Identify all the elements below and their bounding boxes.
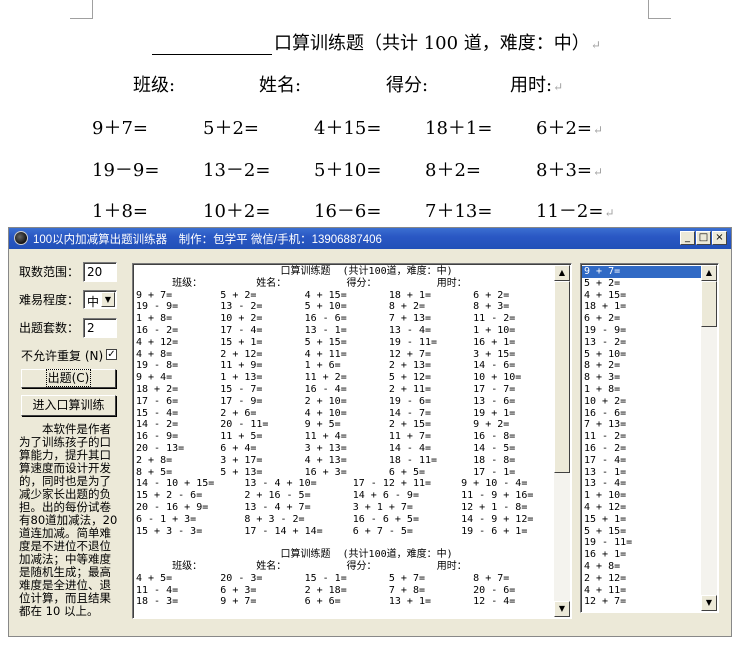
start-training-button[interactable]: 进入口算训练 [21,395,116,416]
answer-list-item[interactable]: 4 + 11= [582,585,702,597]
problems-text[interactable]: 口算训练题 (共计100道，难度：中) 班级： 姓名： 得分： 用时： 9 + … [136,266,533,608]
doc-problem: 11－2= [536,201,604,222]
doc-problem-last: 8＋3=↵ [536,156,603,182]
paragraph-mark-icon: ↵ [593,123,604,137]
generate-button[interactable]: 出题(C) [21,369,116,388]
sets-label: 出题套数： [19,321,80,335]
document-title-text: 口算训练题（共计 100 道，难度：中） [274,33,590,54]
answer-list-item[interactable]: 4 + 15= [582,290,702,302]
doc-problem: 13－2= [203,160,271,181]
paragraph-mark-icon: ↵ [604,206,615,220]
doc-problem-last: 11－2=↵ [536,197,615,223]
answer-list-item[interactable]: 15 + 1= [582,514,702,526]
answer-list-item[interactable]: 5 + 15= [582,526,702,538]
info-name-label: 姓名: [259,75,302,96]
answer-list-item[interactable]: 17 - 4= [582,455,702,467]
info-time-text: 用时: [510,75,553,96]
answer-list-item[interactable]: 13 - 1= [582,467,702,479]
scroll-down-icon[interactable]: ▼ [554,601,570,617]
close-button[interactable]: × [712,231,727,245]
doc-problem: 16－6= [314,201,382,222]
app-icon[interactable] [14,231,28,245]
paragraph-mark-icon: ↵ [593,165,604,179]
problems-scrollbar[interactable]: ▲ ▼ [554,265,570,617]
problems-output-pane[interactable]: 口算训练题 (共计100道，难度：中) 班级： 姓名： 得分： 用时： 9 + … [132,263,572,619]
minimize-button[interactable]: _ [680,231,695,245]
answer-list-item[interactable]: 19 - 9= [582,325,702,337]
answer-list-item[interactable]: 19 - 11= [582,537,702,549]
answer-list-item[interactable]: 1 + 10= [582,490,702,502]
chevron-down-icon[interactable]: ▼ [101,292,115,307]
doc-problem: 9＋7= [92,118,148,139]
answers-list-pane[interactable]: 9 + 7= 5 + 2= 4 + 15= 18 + 1= 6 + 2= 19 - 9= 1… [580,263,719,613]
page-corner-mark-left [70,0,93,19]
maximize-button[interactable]: □ [696,231,711,245]
answer-list-item[interactable]: 7 + 13= [582,419,702,431]
paragraph-mark-icon: ↵ [553,80,564,94]
answer-list-item[interactable]: 10 + 2= [582,396,702,408]
description-text: 本软件是作者为了训练孩子的口算能力，提升其口算速度而设计开发的，同时也是为了减少… [19,422,118,618]
info-score-label: 得分: [386,75,429,96]
doc-problem: 8＋3= [536,160,592,181]
scroll-down-icon[interactable]: ▼ [701,595,717,611]
answer-list-item[interactable]: 6 + 2= [582,313,702,325]
scroll-thumb[interactable] [701,281,717,327]
answer-list-item[interactable]: 8 + 2= [582,360,702,372]
doc-problem: 5＋10= [314,160,382,181]
doc-problem-last: 6＋2=↵ [536,114,603,140]
difficulty-select[interactable]: 中 ▼ [83,290,117,309]
generate-button-label: 出题(C) [45,369,92,387]
answer-list-item[interactable]: 13 - 2= [582,337,702,349]
answers-list[interactable]: 9 + 7= 5 + 2= 4 + 15= 18 + 1= 6 + 2= 19 - 9= 1… [582,266,702,608]
answers-scrollbar[interactable]: ▲ ▼ [701,265,717,611]
window-title: 100以内加减算出题训练器 制作：包学平 微信/手机：13906887406 [33,234,382,246]
answer-list-item[interactable]: 16 - 2= [582,443,702,455]
doc-problem: 1＋8= [92,201,148,222]
doc-problem: 18＋1= [425,118,493,139]
answer-list-item[interactable]: 4 + 8= [582,561,702,573]
document-title: 口算训练题（共计 100 道，难度：中）↵ [152,29,601,55]
doc-problem: 10＋2= [203,201,271,222]
answer-list-item[interactable]: 5 + 2= [582,278,702,290]
range-label: 取数范围： [19,265,80,279]
page-corner-mark-right [648,0,671,19]
answer-list-item[interactable]: 11 - 2= [582,431,702,443]
trainer-window: 100以内加减算出题训练器 制作：包学平 微信/手机：13906887406 _… [8,227,732,637]
answer-list-item[interactable]: 12 + 7= [582,596,702,608]
info-class-label: 班级: [133,75,176,96]
scroll-up-icon[interactable]: ▲ [701,265,717,281]
answer-list-item[interactable]: 13 - 4= [582,478,702,490]
paragraph-mark-icon: ↵ [590,38,601,52]
start-training-label: 进入口算训练 [32,398,105,412]
doc-problem: 6＋2= [536,118,592,139]
doc-problem: 5＋2= [203,118,259,139]
no-repeat-checkbox[interactable]: ✓ [106,349,117,360]
no-repeat-label[interactable]: 不允许重复 (N) [21,347,103,364]
scroll-thumb[interactable] [554,281,570,473]
answer-list-item[interactable]: 1 + 8= [582,384,702,396]
info-time-label: 用时:↵ [510,71,563,97]
sets-input[interactable]: 2 [83,318,117,338]
doc-problem: 4＋15= [314,118,382,139]
scroll-up-icon[interactable]: ▲ [554,265,570,281]
difficulty-value: 中 [87,295,100,309]
answer-list-item[interactable]: 9 + 7= [582,266,702,278]
window-titlebar[interactable]: 100以内加减算出题训练器 制作：包学平 微信/手机：13906887406 _… [9,228,731,249]
answer-list-item[interactable]: 18 + 1= [582,301,702,313]
answer-list-item[interactable]: 16 + 1= [582,549,702,561]
range-input[interactable]: 20 [83,262,117,282]
doc-problem: 8＋2= [425,160,481,181]
answer-list-item[interactable]: 5 + 10= [582,349,702,361]
answer-list-item[interactable]: 16 - 6= [582,408,702,420]
doc-problem: 19－9= [92,160,160,181]
answer-list-item[interactable]: 4 + 12= [582,502,702,514]
answer-list-item[interactable]: 8 + 3= [582,372,702,384]
difficulty-label: 难易程度： [19,293,80,307]
doc-problem: 7＋13= [425,201,493,222]
answer-list-item[interactable]: 2 + 12= [582,573,702,585]
title-blank-line [152,36,272,55]
